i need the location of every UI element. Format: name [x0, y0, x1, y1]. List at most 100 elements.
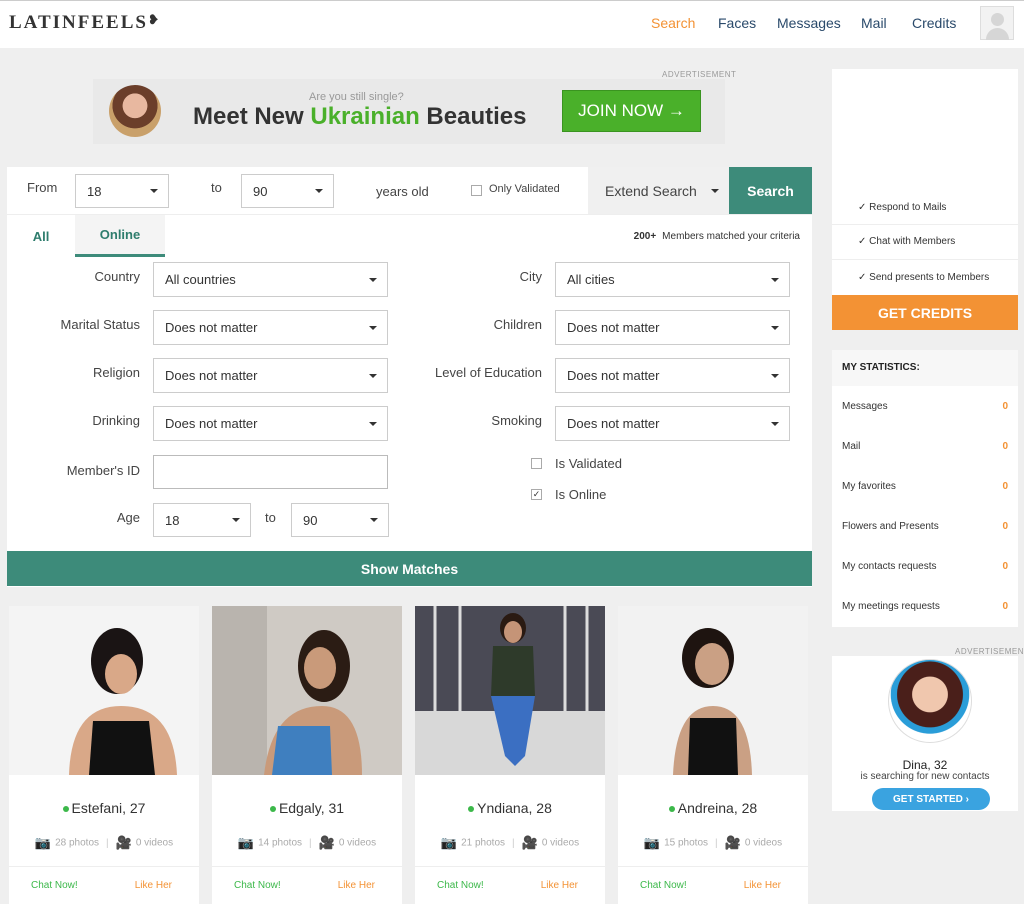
like-her-link[interactable]: Like Her [338, 880, 375, 891]
children-label: Children [493, 317, 542, 332]
nav-faces[interactable]: Faces [718, 15, 756, 31]
is-validated-label: Is Validated [555, 456, 622, 471]
get-credits-button[interactable]: GET CREDITS [832, 295, 1018, 330]
stat-row[interactable]: Messages 0 [842, 401, 1008, 412]
chat-now-link[interactable]: Chat Now! [234, 880, 281, 891]
chat-now-link[interactable]: Chat Now! [437, 880, 484, 891]
member-id-input[interactable] [153, 455, 388, 489]
heart-icon: ❥ [147, 12, 161, 27]
nav-mail[interactable]: Mail [861, 15, 887, 31]
side-ad[interactable]: Dina, 32 is searching for new contacts G… [832, 656, 1018, 811]
drinking-select[interactable]: Does not matter [153, 406, 388, 441]
tab-online[interactable]: Online [75, 215, 165, 257]
profile-name[interactable]: Yndiana, 28 [415, 800, 605, 816]
age-max-select[interactable]: 90 [291, 503, 389, 537]
ad-banner[interactable]: Are you still single? Meet New Ukrainian… [93, 79, 725, 144]
education-label: Level of Education [435, 365, 542, 380]
caret-down-icon [771, 373, 779, 378]
extend-search-dropdown[interactable]: Extend Search [588, 167, 729, 214]
top-bar: LATINFEELS❥ Search Faces Messages Mail C… [0, 0, 1024, 48]
profile-media-counts: 📷 15 photos | 🎥 0 videos [643, 835, 783, 850]
profile-name[interactable]: Andreina, 28 [618, 800, 808, 816]
children-select[interactable]: Does not matter [555, 310, 790, 345]
caret-down-icon [370, 518, 378, 522]
nav-search[interactable]: Search [651, 15, 695, 31]
caret-down-icon [369, 373, 377, 378]
stat-row[interactable]: My favorites 0 [842, 481, 1008, 492]
like-her-link[interactable]: Like Her [541, 880, 578, 891]
video-camera-icon: 🎥 [521, 835, 538, 850]
statistics-box: MY STATISTICS: Messages 0 Mail 0 My favori… [832, 350, 1018, 627]
age-to-select[interactable]: 90 [241, 174, 334, 208]
profile-photo[interactable] [212, 606, 402, 775]
profile-name[interactable]: Edgaly, 31 [212, 800, 402, 816]
user-avatar[interactable] [980, 6, 1014, 40]
marital-status-select[interactable]: Does not matter [153, 310, 388, 345]
camera-icon: 📷 [237, 835, 255, 850]
age-from-select[interactable]: 18 [75, 174, 169, 208]
camera-icon: 📷 [643, 835, 661, 850]
only-validated-label: Only Validated [489, 183, 560, 195]
profile-card[interactable]: Yndiana, 28 📷 21 photos | 🎥 0 videos Chat No… [415, 606, 605, 904]
chat-now-link[interactable]: Chat Now! [640, 880, 687, 891]
profile-actions: Chat Now! Like Her [618, 866, 808, 904]
profile-card[interactable]: Edgaly, 31 📷 14 photos | 🎥 0 videos Chat Now… [212, 606, 402, 904]
profile-photo[interactable] [9, 606, 199, 775]
religion-select[interactable]: Does not matter [153, 358, 388, 393]
stat-row[interactable]: My contacts requests 0 [842, 561, 1008, 572]
education-select[interactable]: Does not matter [555, 358, 790, 393]
profile-card[interactable]: Estefani, 27 📷 28 photos | 🎥 0 videos Chat N… [9, 606, 199, 904]
nav-credits[interactable]: Credits [912, 15, 956, 31]
video-camera-icon: 🎥 [724, 835, 741, 850]
show-matches-button[interactable]: Show Matches [7, 551, 812, 586]
member-id-label: Member's ID [66, 463, 140, 478]
join-now-button[interactable]: JOIN NOW → [562, 90, 701, 132]
age-min-select[interactable]: 18 [153, 503, 251, 537]
camera-icon: 📷 [440, 835, 458, 850]
chat-now-link[interactable]: Chat Now! [31, 880, 78, 891]
is-online-label: Is Online [555, 487, 607, 502]
like-her-link[interactable]: Like Her [744, 880, 781, 891]
smoking-label: Smoking [491, 413, 542, 428]
from-label: From [27, 180, 58, 195]
caret-down-icon [369, 277, 377, 282]
credits-benefit: ✓ Send presents to Members [858, 272, 990, 283]
like-her-link[interactable]: Like Her [135, 880, 172, 891]
age-label: Age [116, 510, 140, 525]
marital-status-label: Marital Status [60, 317, 140, 332]
profile-actions: Chat Now! Like Her [212, 866, 402, 904]
profile-photo[interactable] [415, 606, 605, 775]
city-select[interactable]: All cities [555, 262, 790, 297]
camera-icon: 📷 [34, 835, 52, 850]
credits-box: ✓ Respond to Mails ✓ Chat with Members ✓… [832, 69, 1018, 330]
is-validated-checkbox[interactable] [531, 458, 542, 469]
stat-row[interactable]: Flowers and Presents 0 [842, 521, 1008, 532]
smoking-select[interactable]: Does not matter [555, 406, 790, 441]
caret-down-icon [771, 421, 779, 426]
profile-actions: Chat Now! Like Her [9, 866, 199, 904]
get-started-button[interactable]: GET STARTED › [872, 788, 990, 810]
nav-messages[interactable]: Messages [777, 15, 841, 31]
to-label: to [211, 180, 222, 195]
country-select[interactable]: All countries [153, 262, 388, 297]
matched-count: 200+ Members matched your criteria [633, 231, 800, 242]
years-old-label: years old [376, 184, 429, 199]
search-button[interactable]: Search [729, 167, 812, 214]
country-label: Country [94, 269, 140, 284]
only-validated-checkbox[interactable] [471, 185, 482, 196]
logo[interactable]: LATINFEELS❥ [9, 12, 161, 34]
tab-all[interactable]: All [20, 215, 62, 257]
stat-row[interactable]: Mail 0 [842, 441, 1008, 452]
side-ad-name: Dina, 32 [902, 758, 948, 772]
religion-label: Religion [93, 365, 140, 380]
profile-photo[interactable] [618, 606, 808, 775]
drinking-label: Drinking [92, 413, 140, 428]
is-online-checkbox[interactable]: ✓ [531, 489, 542, 500]
stat-row[interactable]: My meetings requests 0 [842, 601, 1008, 612]
caret-down-icon [315, 189, 323, 193]
online-dot-icon [468, 806, 475, 813]
profile-card[interactable]: Andreina, 28 📷 15 photos | 🎥 0 videos Chat N… [618, 606, 808, 904]
profile-name[interactable]: Estefani, 27 [9, 800, 199, 816]
credits-benefit: ✓ Respond to Mails [858, 202, 947, 213]
side-ad-photo[interactable] [888, 659, 972, 743]
